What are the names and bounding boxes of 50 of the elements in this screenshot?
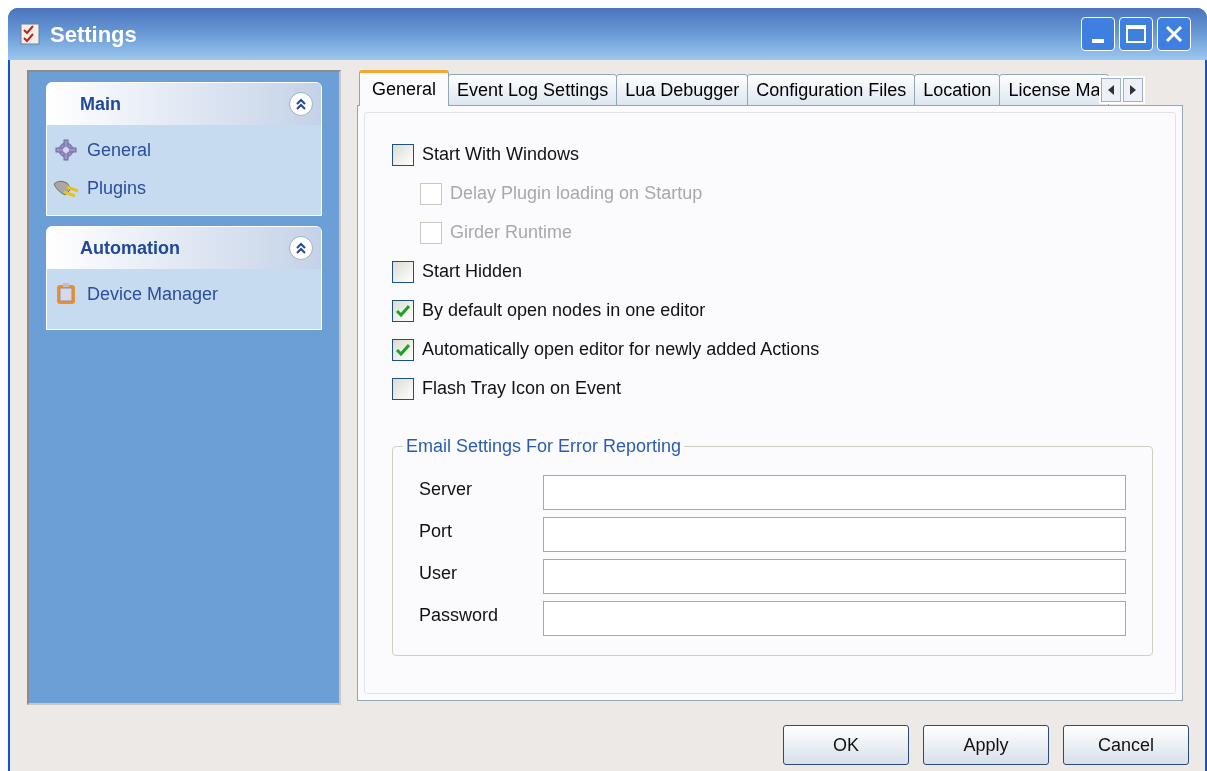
plug-icon bbox=[53, 179, 79, 197]
scroll-right-button[interactable] bbox=[1123, 78, 1144, 102]
text-field[interactable] bbox=[543, 559, 1126, 594]
checkmark-icon bbox=[396, 304, 410, 317]
text-field[interactable] bbox=[543, 601, 1126, 636]
maximize-icon bbox=[1126, 25, 1146, 43]
tab[interactable]: Configuration Files bbox=[747, 74, 916, 106]
dialog-button[interactable]: Cancel bbox=[1063, 725, 1189, 765]
tab[interactable]: Event Log Settings bbox=[448, 74, 618, 106]
checkbox-option: Girder Runtime bbox=[392, 219, 1153, 246]
maximize-button[interactable] bbox=[1119, 17, 1153, 51]
checkbox-option: Delay Plugin loading on Startup bbox=[392, 180, 1153, 207]
checkbox-option[interactable]: Start With Windows bbox=[392, 141, 1153, 168]
checkbox-option[interactable]: By default open nodes in one editor bbox=[392, 297, 1153, 324]
checkmark-icon bbox=[396, 343, 410, 356]
chevrons-up-icon bbox=[295, 98, 307, 110]
chevrons-up-icon bbox=[295, 242, 307, 254]
group-title: Automation bbox=[80, 236, 180, 260]
collapse-button[interactable] bbox=[289, 236, 313, 260]
right-arrow-icon bbox=[1130, 85, 1137, 95]
text-field[interactable] bbox=[543, 475, 1126, 510]
field-label: Port bbox=[419, 520, 453, 543]
sidebar-item[interactable]: Plugins bbox=[47, 173, 321, 203]
field-label: Server bbox=[419, 478, 473, 501]
checklist-icon bbox=[20, 23, 40, 45]
collapse-button[interactable] bbox=[289, 92, 313, 116]
tab[interactable]: Lua Debugger bbox=[616, 74, 749, 106]
sidebar-item[interactable]: General bbox=[47, 135, 321, 165]
sidebar-item[interactable]: Device Manager bbox=[47, 279, 321, 309]
checkbox-option[interactable]: Start Hidden bbox=[392, 258, 1153, 285]
dialog-button[interactable]: OK bbox=[783, 725, 909, 765]
tab[interactable]: Location bbox=[914, 74, 1001, 106]
gear-icon bbox=[55, 139, 77, 161]
close-button[interactable] bbox=[1157, 17, 1191, 51]
minimize-icon bbox=[1092, 39, 1104, 43]
tab[interactable]: License Ma bbox=[999, 74, 1110, 106]
text-field[interactable] bbox=[543, 517, 1126, 552]
left-arrow-icon bbox=[1108, 85, 1115, 95]
dialog-button[interactable]: Apply bbox=[923, 725, 1049, 765]
field-label: Password bbox=[419, 604, 500, 627]
minimize-button[interactable] bbox=[1081, 17, 1115, 51]
scroll-left-button[interactable] bbox=[1101, 78, 1122, 102]
checkbox-option[interactable]: Flash Tray Icon on Event bbox=[392, 375, 1153, 402]
field-label: User bbox=[419, 562, 458, 585]
clipboard-icon bbox=[56, 283, 76, 305]
group-title: Main bbox=[80, 92, 121, 116]
tab[interactable]: General bbox=[359, 70, 450, 106]
window-title: Settings bbox=[50, 20, 137, 49]
checkbox-option[interactable]: Automatically open editor for newly added Actions bbox=[392, 336, 1153, 363]
close-icon bbox=[1164, 24, 1184, 44]
